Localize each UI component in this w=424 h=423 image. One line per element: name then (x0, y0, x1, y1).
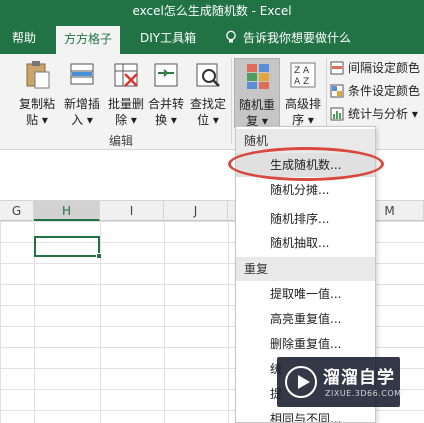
menu-item-random-pick[interactable]: 随机抽取... (236, 231, 375, 255)
menu-item-extract-unique[interactable]: 提取唯一值... (236, 282, 375, 306)
find-locate-label: 查找定 位 ▾ (189, 97, 226, 127)
grid-line (164, 221, 165, 423)
advanced-sort-label: 高级排 序 ▾ (284, 97, 321, 127)
column-header-g[interactable]: G (0, 201, 34, 221)
find-icon (196, 63, 220, 87)
interval-color-icon (330, 61, 344, 75)
lightbulb-icon (226, 30, 236, 43)
delete-grid-icon (114, 63, 138, 87)
fill-handle[interactable] (96, 253, 102, 259)
insert-rows-icon (70, 63, 94, 85)
merge-convert-button[interactable]: 合并转 换 ▾ (143, 58, 189, 128)
conditional-color-icon (330, 84, 344, 98)
grid-line (100, 221, 101, 423)
active-cell-h[interactable] (34, 236, 102, 259)
interval-color-button[interactable]: 间隔设定颜色 (330, 58, 420, 78)
menu-item-highlight-duplicates[interactable]: 高亮重复值... (236, 307, 375, 331)
menu-section-random: 随机 (236, 129, 375, 153)
tab-diy-toolbox[interactable]: DIY工具箱 (132, 22, 204, 54)
ribbon-tabs: 帮助 方方格子 DIY工具箱 告诉我你想要做什么 (0, 22, 424, 54)
insert-button[interactable]: 新增插 入 ▾ (59, 58, 105, 128)
sort-az-icon: Z A A Z (290, 62, 316, 88)
menu-section-repeat: 重复 (236, 257, 375, 281)
insert-label: 新增插 入 ▾ (63, 97, 100, 127)
column-header-i[interactable]: I (100, 201, 164, 221)
advanced-sort-button[interactable]: Z A A Z 高级排 序 ▾ (280, 58, 326, 128)
excel-window: excel怎么生成随机数 - Excel 帮助 方方格子 DIY工具箱 告诉我你… (0, 0, 424, 423)
statistics-icon (330, 107, 344, 121)
grid-line (228, 221, 229, 423)
clipboard-icon (26, 61, 50, 89)
column-header-j[interactable]: J (164, 201, 228, 221)
interval-color-label: 间隔设定颜色 (348, 61, 421, 75)
merge-icon (154, 63, 178, 87)
conditional-color-button[interactable]: 条件设定颜色 (330, 81, 420, 101)
play-icon (285, 366, 317, 398)
statistics-analysis-button[interactable]: 统计与分析 ▾ (330, 104, 418, 124)
find-locate-button[interactable]: 查找定 位 ▾ (185, 58, 231, 128)
window-title: excel怎么生成随机数 - Excel (132, 4, 292, 18)
statistics-analysis-label: 统计与分析 ▾ (348, 107, 418, 121)
tell-me-label: 告诉我你想要做什么 (243, 31, 352, 45)
tab-help[interactable]: 帮助 (4, 22, 44, 54)
watermark-name: 溜溜自学 (323, 368, 395, 388)
menu-item-same-different[interactable]: 相同与不同... (236, 407, 375, 422)
tell-me-box[interactable]: 告诉我你想要做什么 (224, 22, 351, 54)
svg-text:A Z: A Z (294, 77, 309, 87)
ribbon-separator (231, 58, 232, 144)
menu-item-random-sort[interactable]: 随机排序... (236, 207, 375, 231)
menu-item-generate-random[interactable]: 生成随机数... (236, 153, 375, 177)
copy-paste-label: 复制粘 贴 ▾ (18, 97, 55, 127)
watermark-url: ZIXUE.3D66.COM (325, 389, 402, 398)
random-repeat-button[interactable]: 随机重 复 ▾ (234, 58, 280, 128)
conditional-color-label: 条件设定颜色 (348, 84, 421, 98)
menu-item-remove-duplicates[interactable]: 删除重复值... (236, 332, 375, 356)
column-header-h[interactable]: H (34, 201, 100, 221)
random-blocks-icon (247, 64, 269, 89)
group-label-edit: 编辑 (109, 134, 134, 148)
watermark-logo: 溜溜自学 ZIXUE.3D66.COM (277, 357, 402, 407)
svg-text:Z A: Z A (294, 66, 310, 76)
merge-convert-label: 合并转 换 ▾ (147, 97, 184, 127)
random-repeat-label: 随机重 复 ▾ (238, 98, 275, 128)
tab-fangfang[interactable]: 方方格子 (56, 26, 121, 54)
menu-item-random-split[interactable]: 随机分摊... (236, 178, 375, 202)
copy-paste-button[interactable]: 复制粘 贴 ▾ (14, 58, 60, 128)
title-bar: excel怎么生成随机数 - Excel (0, 0, 424, 22)
